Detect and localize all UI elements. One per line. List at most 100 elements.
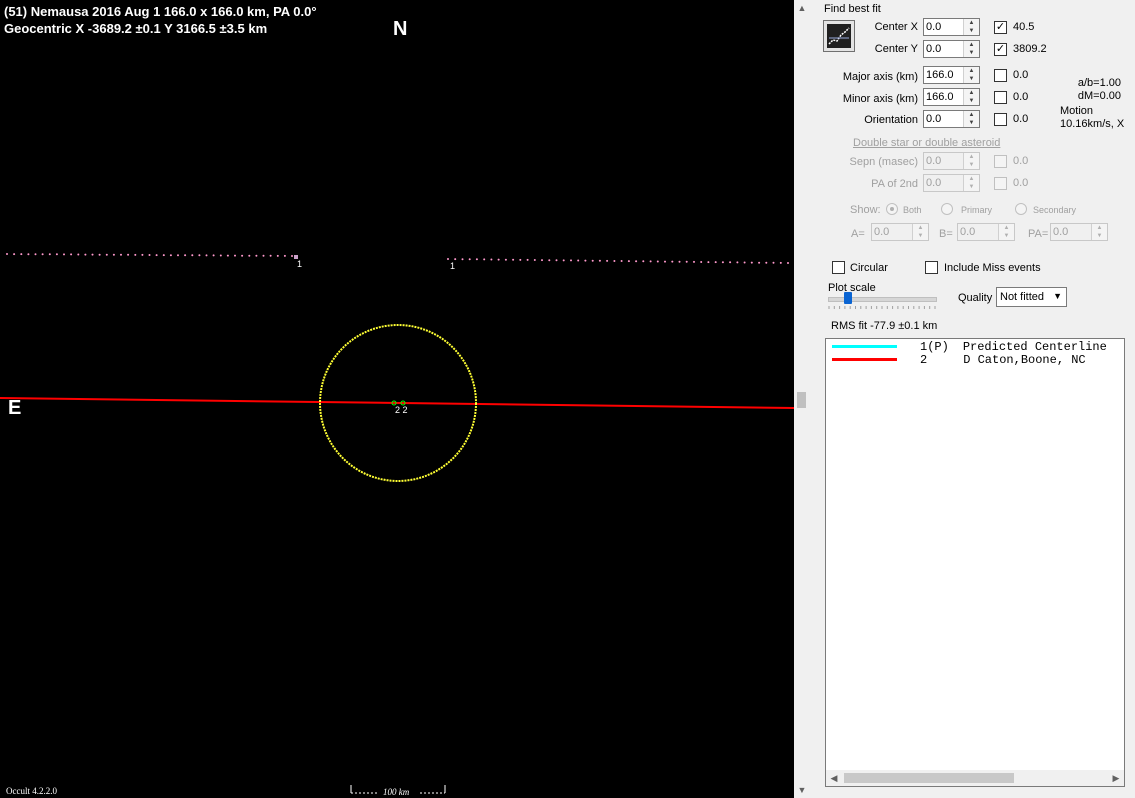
chord-1-dot (184, 254, 187, 257)
sepn-fit-checkbox[interactable] (994, 155, 1007, 168)
chord-1-dot (255, 254, 258, 257)
center-x-fit-checkbox[interactable]: ✓ (994, 21, 1007, 34)
spin-up-icon[interactable]: ▲ (964, 67, 979, 75)
minor-axis-fit-checkbox[interactable] (994, 91, 1007, 104)
center-y-stepper[interactable]: ▲▼ (923, 40, 980, 58)
show-both-radio[interactable] (886, 203, 898, 215)
scroll-left-icon[interactable]: ◀ (826, 770, 842, 786)
chord-1-dot (461, 258, 464, 261)
minor-axis-stepper[interactable]: ▲▼ (923, 88, 980, 106)
spin-up-icon[interactable]: ▲ (964, 175, 979, 183)
include-miss-label: Include Miss events (944, 262, 1041, 274)
spin-down-icon[interactable]: ▼ (964, 161, 979, 169)
spin-down-icon[interactable]: ▼ (964, 75, 979, 83)
scroll-up-icon[interactable]: ▲ (794, 0, 810, 16)
spin-up-icon[interactable]: ▲ (999, 224, 1014, 232)
show-secondary-label: Secondary (1033, 205, 1077, 215)
pa2nd-stepper[interactable]: ▲▼ (923, 174, 980, 192)
scrollbar-thumb[interactable] (844, 773, 1014, 783)
spin-up-icon[interactable]: ▲ (964, 111, 979, 119)
a-input[interactable] (872, 224, 912, 240)
chord-1-dot (765, 261, 768, 264)
chord-1-dot (41, 253, 44, 256)
pa-stepper[interactable]: ▲▼ (1050, 223, 1108, 241)
pa2nd-input[interactable] (924, 175, 963, 191)
minor-axis-input[interactable] (924, 89, 963, 105)
plot-vertical-scrollbar[interactable]: ▲ ▼ (794, 0, 810, 798)
minor-axis-fit-value: 0.0 (1013, 91, 1029, 103)
chord-1-dot (155, 254, 158, 257)
spin-up-icon[interactable]: ▲ (964, 89, 979, 97)
spin-down-icon[interactable]: ▼ (964, 119, 979, 127)
circular-checkbox[interactable] (832, 261, 845, 274)
include-miss-checkbox[interactable] (925, 261, 938, 274)
major-axis-input[interactable] (924, 67, 963, 83)
chord-1-dot (226, 254, 229, 257)
orientation-fit-checkbox[interactable] (994, 113, 1007, 126)
spin-up-icon[interactable]: ▲ (913, 224, 928, 232)
motion-value: 10.16km/s, X (1060, 118, 1125, 130)
center-y-fit-checkbox[interactable]: ✓ (994, 43, 1007, 56)
orientation-label: Orientation (864, 114, 918, 126)
chord-1-dot (678, 260, 681, 263)
quality-value: Not fitted (1000, 291, 1045, 303)
spin-up-icon[interactable]: ▲ (1092, 224, 1107, 232)
spin-down-icon[interactable]: ▼ (913, 232, 928, 240)
chord-1-dot (512, 258, 515, 261)
chord-1-dot (693, 260, 695, 263)
spin-up-icon[interactable]: ▲ (964, 19, 979, 27)
occultation-plot[interactable]: (51) Nemausa 2016 Aug 1 166.0 x 166.0 km… (0, 0, 794, 798)
scroll-down-icon[interactable]: ▼ (794, 782, 810, 798)
pa-input[interactable] (1051, 224, 1091, 240)
chord-1-dot (141, 253, 144, 256)
sepn-stepper[interactable]: ▲▼ (923, 152, 980, 170)
chord-1-dot (20, 253, 23, 256)
chord-1-dot (112, 253, 115, 256)
pa2nd-fit-checkbox[interactable] (994, 177, 1007, 190)
orientation-stepper[interactable]: ▲▼ (923, 110, 980, 128)
chord-1-dot (198, 254, 201, 257)
center-x-input[interactable] (924, 19, 963, 35)
show-primary-radio[interactable] (941, 203, 953, 215)
major-axis-stepper[interactable]: ▲▼ (923, 66, 980, 84)
chord-1-dot (27, 253, 30, 256)
quality-select[interactable]: Not fitted ▼ (996, 287, 1067, 307)
legend-horizontal-scrollbar[interactable]: ◀ ▶ (826, 770, 1124, 786)
center-y-label: Center Y (874, 43, 918, 55)
spin-down-icon[interactable]: ▼ (999, 232, 1014, 240)
a-stepper[interactable]: ▲▼ (871, 223, 929, 241)
chord-1-dotted-right (447, 258, 789, 264)
center-x-stepper[interactable]: ▲▼ (923, 18, 980, 36)
spin-down-icon[interactable]: ▼ (964, 97, 979, 105)
spin-down-icon[interactable]: ▼ (1092, 232, 1107, 240)
spin-down-icon[interactable]: ▼ (964, 27, 979, 35)
chord-2-labels: 2 2 (395, 405, 408, 415)
chord-1-dot (700, 261, 703, 263)
find-best-fit-label: Find best fit (824, 3, 881, 15)
b-input[interactable] (958, 224, 998, 240)
show-secondary-radio[interactable] (1015, 203, 1027, 215)
chord-1-dot (48, 253, 51, 256)
chord-legend-list[interactable]: 1(P) Predicted Centerline 2 D Caton,Boone,… (825, 338, 1125, 787)
legend-row[interactable]: 2 D Caton,Boone, NC (826, 353, 1124, 367)
scroll-right-icon[interactable]: ▶ (1108, 770, 1124, 786)
chord-1-dot (127, 253, 130, 256)
sepn-input[interactable] (924, 153, 963, 169)
b-stepper[interactable]: ▲▼ (957, 223, 1015, 241)
chord-1-dot (548, 259, 551, 262)
legend-row[interactable]: 1(P) Predicted Centerline (826, 340, 1124, 354)
spin-down-icon[interactable]: ▼ (964, 183, 979, 191)
center-y-input[interactable] (924, 41, 963, 57)
major-axis-fit-checkbox[interactable] (994, 69, 1007, 82)
chord-1-dot (77, 253, 80, 256)
scrollbar-thumb[interactable] (797, 392, 806, 408)
spin-down-icon[interactable]: ▼ (964, 49, 979, 57)
control-panel: Find best fit Center X ▲▼ ✓ 40.5 Center … (810, 0, 1135, 798)
orientation-input[interactable] (924, 111, 963, 127)
double-star-link[interactable]: Double star or double asteroid (853, 137, 1000, 149)
chord-1-dot (248, 254, 251, 257)
spin-up-icon[interactable]: ▲ (964, 41, 979, 49)
plot-scale-slider-thumb[interactable] (843, 292, 852, 304)
plot-title-line2: Geocentric X -3689.2 ±0.1 Y 3166.5 ±3.5 … (4, 21, 268, 36)
spin-up-icon[interactable]: ▲ (964, 153, 979, 161)
